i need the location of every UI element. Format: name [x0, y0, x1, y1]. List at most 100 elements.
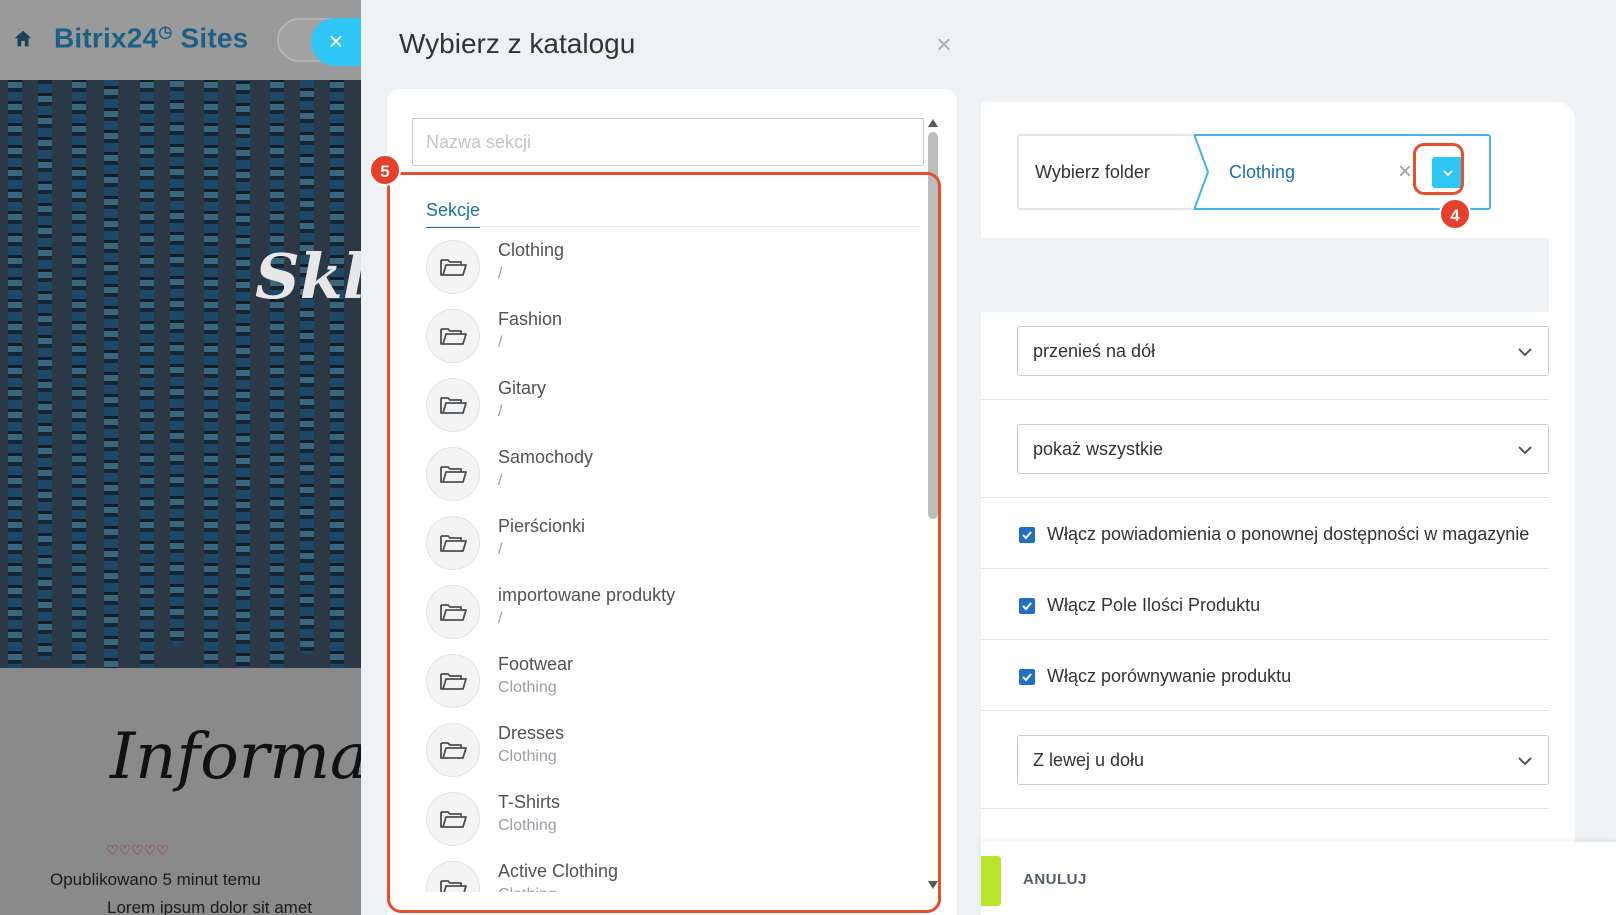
folder-icon-circle [426, 447, 480, 501]
scroll-down-arrow-icon[interactable] [928, 881, 938, 889]
folder-icon [440, 466, 467, 483]
divider [981, 639, 1549, 640]
close-icon[interactable]: × [932, 31, 956, 57]
checkbox-product-compare[interactable]: Włącz porównywanie produktu [1019, 666, 1291, 687]
checkbox-quantity-field[interactable]: Włącz Pole Ilości Produktu [1019, 595, 1260, 616]
section-path: / [498, 265, 503, 282]
chevron-down-icon [1518, 348, 1532, 357]
settings-card: Wybierz folder Clothing × przenieś na dó… [981, 102, 1575, 842]
folder-dropdown-button[interactable] [1432, 157, 1463, 188]
folder-icon-circle [426, 516, 480, 570]
section-search-input[interactable] [412, 118, 924, 166]
folder-icon-circle [426, 585, 480, 639]
folder-icon [440, 259, 467, 276]
section-list: Clothing / Fashion / Gitary / Samochody / Pierśc… [426, 234, 921, 892]
section-item[interactable]: Gitary / [426, 372, 921, 441]
checkbox-label: Włącz powiadomienia o ponownej dostępnoś… [1047, 524, 1530, 544]
chip-notch [1194, 134, 1210, 210]
close-slider-button[interactable]: × [311, 18, 361, 66]
section-item[interactable]: Active Clothing Clothing [426, 855, 921, 892]
section-name: Pierścionki [498, 516, 586, 536]
brand-logo: Bitrix24◷ Sites [54, 22, 249, 54]
home-icon[interactable] [12, 28, 34, 50]
folder-icon [440, 604, 467, 621]
folder-picker-label: Wybierz folder [1035, 162, 1150, 182]
folder-icon-circle [426, 861, 480, 892]
save-button[interactable] [981, 856, 1001, 906]
section-item[interactable]: T-Shirts Clothing [426, 786, 921, 855]
folder-icon-circle [426, 654, 480, 708]
info-heading: Informa [110, 720, 361, 794]
section-item[interactable]: Clothing / [426, 234, 921, 303]
section-name: Gitary [498, 378, 547, 398]
folder-icon-circle [426, 309, 480, 363]
divider [981, 399, 1549, 400]
folder-icon [440, 742, 467, 759]
chevron-down-icon [1518, 446, 1532, 455]
folder-icon [440, 535, 467, 552]
section-item[interactable]: Fashion / [426, 303, 921, 372]
divider [981, 568, 1549, 569]
hero-image: Skl [0, 80, 361, 668]
folder-icon [440, 880, 467, 892]
section-text: Pierścionki / [498, 510, 585, 562]
checkbox-restock-notifications[interactable]: Włącz powiadomienia o ponownej dostępnoś… [1019, 524, 1529, 545]
folder-icon [440, 397, 467, 414]
tab-divider [426, 226, 920, 227]
published-text: Opublikowano 5 minut temu [50, 870, 261, 889]
section-text: importowane produkty / [498, 579, 675, 631]
annotation-badge: 5 [369, 154, 401, 186]
select-position[interactable]: Z lewej u dołu [1017, 735, 1549, 785]
section-text: Dresses Clothing [498, 717, 564, 769]
folder-picker[interactable]: Wybierz folder Clothing × [1017, 134, 1491, 210]
section-path: / [498, 334, 503, 351]
checkbox-checked[interactable] [1019, 597, 1035, 614]
section-text: Samochody / [498, 441, 593, 493]
checkbox-checked[interactable] [1019, 526, 1035, 543]
panel-title: Wybierz z katalogu [399, 28, 636, 59]
footer-bar: ANULUJ [981, 842, 1616, 915]
section-path: Clothing [498, 748, 557, 765]
lorem-text: Lorem ipsum dolor sit amet [107, 898, 313, 915]
section-text: Active Clothing Clothing [498, 855, 618, 892]
site-top-bar: Bitrix24◷ Sites [0, 0, 361, 80]
section-name: Samochody [498, 447, 594, 467]
checkbox-label: Włącz porównywanie produktu [1047, 666, 1292, 686]
select-value: pokaż wszystkie [1033, 439, 1164, 459]
section-path: / [498, 610, 503, 627]
section-item[interactable]: Pierścionki / [426, 510, 921, 579]
select-value: przenieś na dół [1033, 341, 1156, 361]
section-item[interactable]: importowane produkty / [426, 579, 921, 648]
folder-icon-circle [426, 792, 480, 846]
select-move-down[interactable]: przenieś na dół [1017, 326, 1549, 376]
scroll-thumb[interactable] [928, 132, 938, 519]
section-name: Active Clothing [498, 861, 619, 881]
section-item[interactable]: Dresses Clothing [426, 717, 921, 786]
section-name: Footwear [498, 654, 574, 674]
section-item[interactable]: Footwear Clothing [426, 648, 921, 717]
section-text: Footwear Clothing [498, 648, 573, 700]
select-value: Z lewej u dołu [1033, 750, 1145, 770]
folder-icon [440, 673, 467, 690]
select-show-all[interactable]: pokaż wszystkie [1017, 424, 1549, 474]
section-path: / [498, 472, 503, 489]
folder-chip-value: Clothing [1229, 162, 1296, 182]
tab-sections[interactable]: Sekcje [426, 200, 481, 228]
folder-icon-circle [426, 723, 480, 777]
section-text: T-Shirts Clothing [498, 786, 560, 838]
scrollbar[interactable] [927, 119, 939, 889]
hero-title: Skl [255, 240, 361, 313]
checkbox-checked[interactable] [1019, 668, 1035, 685]
settings-area: Wybierz folder Clothing × przenieś na dó… [981, 0, 1616, 915]
rating-hearts: ♡♡♡♡♡ [106, 842, 169, 858]
scroll-up-arrow-icon[interactable] [928, 119, 938, 127]
section-item[interactable]: Samochody / [426, 441, 921, 510]
section-path: Clothing [498, 883, 618, 892]
clear-icon[interactable]: × [1398, 160, 1412, 184]
folder-chip[interactable]: Clothing × [1194, 134, 1491, 210]
folder-icon-circle [426, 378, 480, 432]
section-path: Clothing [498, 817, 557, 834]
divider [981, 808, 1549, 809]
check-icon [1022, 672, 1032, 681]
cancel-button[interactable]: ANULUJ [1023, 871, 1087, 888]
